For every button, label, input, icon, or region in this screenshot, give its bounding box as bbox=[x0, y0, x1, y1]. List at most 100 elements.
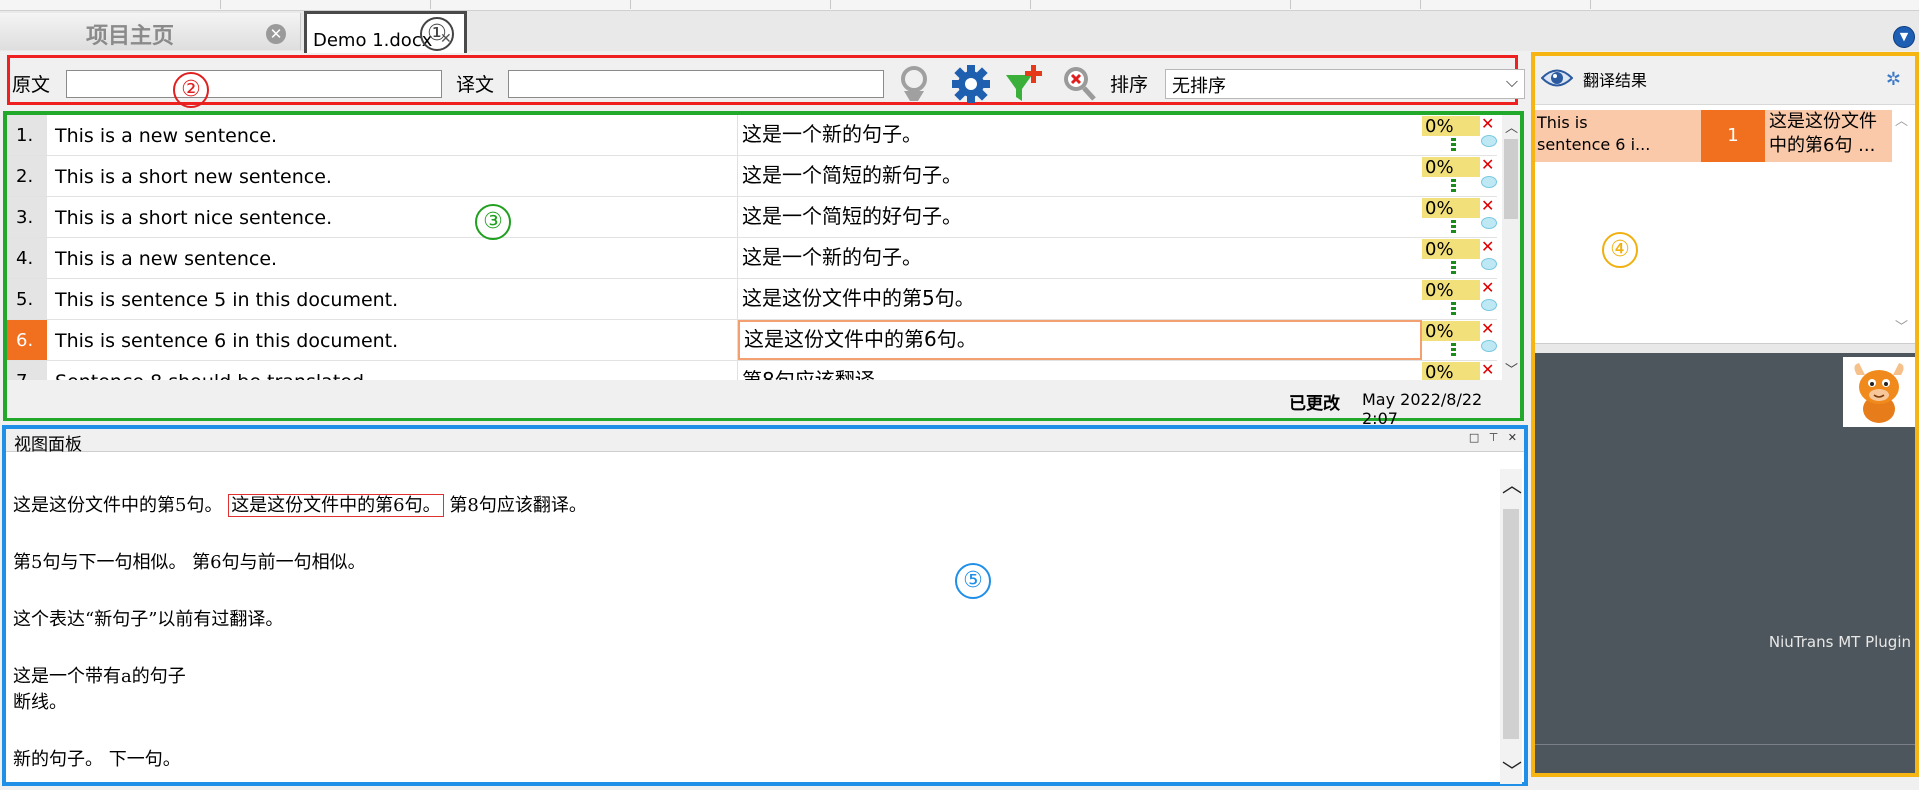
segment-status-bar bbox=[1451, 343, 1456, 358]
eye-icon[interactable] bbox=[1541, 67, 1573, 89]
preview-text: 这是这份文件中的第5句。 bbox=[13, 495, 223, 516]
menu-separator bbox=[630, 0, 631, 9]
comment-icon[interactable] bbox=[1481, 258, 1497, 270]
panel-splitter[interactable] bbox=[1535, 343, 1915, 353]
comment-icon[interactable] bbox=[1481, 299, 1497, 311]
comment-icon[interactable] bbox=[1481, 135, 1497, 147]
tab-project-home[interactable]: 项目主页 ✕ bbox=[0, 13, 301, 50]
scroll-down-icon[interactable]: ﹀ bbox=[1502, 755, 1522, 784]
segment-source[interactable]: This is a new sentence. bbox=[51, 115, 738, 155]
segment-number: 3. bbox=[7, 197, 47, 237]
segment-status-bar bbox=[1451, 138, 1456, 153]
view-panel-header: 视图面板 □ ⊤ ✕ bbox=[6, 429, 1524, 455]
match-percentage: 0% bbox=[1422, 116, 1480, 137]
preview-line: 这个表达“新句子”以前有过翻译。 bbox=[13, 609, 284, 630]
delete-icon[interactable]: ✕ bbox=[1481, 237, 1494, 256]
status-changed-label: 已更改 bbox=[1289, 394, 1340, 414]
gear-icon[interactable]: ✲ bbox=[1886, 69, 1901, 90]
grid-scrollbar[interactable]: ︿ ﹀ bbox=[1502, 115, 1520, 380]
grid-status-bar: 已更改 May 2022/8/22 2:07 bbox=[7, 380, 1520, 428]
panel-window-buttons[interactable]: □ ⊤ ✕ bbox=[1469, 431, 1520, 444]
clear-filter-icon[interactable] bbox=[1058, 63, 1100, 105]
comment-icon[interactable] bbox=[1481, 340, 1497, 352]
segment-target[interactable]: 这是一个简短的好句子。 bbox=[738, 197, 1422, 237]
tab-document-label: Demo 1.docx bbox=[313, 30, 433, 51]
match-percentage: 0% bbox=[1422, 362, 1480, 383]
preview-line: 断线。 bbox=[13, 692, 67, 713]
scroll-up-icon[interactable]: ︿ bbox=[1502, 469, 1522, 498]
tab-project-home-label: 项目主页 bbox=[86, 24, 175, 49]
segment-row[interactable]: 4. This is a new sentence. 这是一个新的句子。 0% … bbox=[7, 237, 1497, 279]
results-panel-header: 翻译结果 ✲ bbox=[1535, 56, 1915, 105]
annotation-marker-3: ③ bbox=[475, 204, 511, 240]
add-filter-icon[interactable] bbox=[1004, 63, 1046, 105]
view-panel-scrollbar[interactable]: ︿ ﹀ bbox=[1500, 469, 1522, 784]
segment-row-active[interactable]: 6. This is sentence 6 in this document. … bbox=[7, 319, 1497, 361]
scrollbar-thumb[interactable] bbox=[1503, 509, 1519, 739]
sort-select-value: 无排序 bbox=[1172, 76, 1226, 97]
close-icon[interactable]: ✕ bbox=[266, 24, 286, 44]
scroll-down-icon[interactable]: ﹀ bbox=[1895, 316, 1908, 335]
segment-target[interactable]: 这是一个新的句子。 bbox=[738, 115, 1422, 155]
segment-source[interactable]: This is sentence 6 in this document. bbox=[51, 320, 738, 360]
annotation-marker-1: ① bbox=[420, 17, 454, 51]
chevron-down-icon: ⌵ bbox=[1505, 72, 1518, 91]
segment-row[interactable]: 2. This is a short new sentence. 这是一个简短的… bbox=[7, 155, 1497, 197]
preview-current-segment[interactable]: 这是这份文件中的第6句。 bbox=[228, 494, 444, 517]
comment-icon[interactable] bbox=[1481, 217, 1497, 229]
preview-line: 这是一个带有a的句子 bbox=[13, 666, 186, 687]
segment-number: 1. bbox=[7, 115, 47, 155]
segment-row[interactable]: 5. This is sentence 5 in this document. … bbox=[7, 278, 1497, 320]
segment-source[interactable]: This is a short nice sentence. bbox=[51, 197, 738, 237]
delete-icon[interactable]: ✕ bbox=[1481, 278, 1494, 297]
segment-target[interactable]: 这是这份文件中的第5句。 bbox=[738, 279, 1422, 319]
segment-status-bar bbox=[1451, 261, 1456, 276]
source-filter-input[interactable] bbox=[66, 70, 442, 98]
result-source: This is sentence 6 i... bbox=[1537, 113, 1651, 154]
segment-row[interactable]: 1. This is a new sentence. 这是一个新的句子。 0% … bbox=[7, 115, 1497, 156]
view-panel-title: 视图面板 bbox=[14, 435, 82, 455]
annotation-marker-2: ② bbox=[173, 72, 209, 108]
menu-separator bbox=[220, 0, 221, 9]
delete-icon[interactable]: ✕ bbox=[1481, 319, 1494, 338]
filter-search-icon[interactable] bbox=[896, 63, 938, 105]
match-percentage: 0% bbox=[1422, 157, 1480, 178]
target-filter-label: 译文 bbox=[456, 74, 495, 96]
comment-icon[interactable] bbox=[1481, 176, 1497, 188]
preview-line: 第5句与下一句相似。 第6句与前一句相似。 bbox=[13, 552, 366, 573]
segment-source[interactable]: This is a new sentence. bbox=[51, 238, 738, 278]
segment-source[interactable]: This is sentence 5 in this document. bbox=[51, 279, 738, 319]
delete-icon[interactable]: ✕ bbox=[1481, 115, 1494, 133]
menu-separator bbox=[830, 0, 831, 9]
menu-strip bbox=[0, 0, 1919, 11]
delete-icon[interactable]: ✕ bbox=[1481, 360, 1494, 379]
segment-grid: 1. This is a new sentence. 这是一个新的句子。 0% … bbox=[3, 111, 1524, 421]
segment-target[interactable]: 这是一个简短的新句子。 bbox=[738, 156, 1422, 196]
menu-separator bbox=[1290, 0, 1291, 9]
results-scrollbar[interactable]: ︿ ﹀ bbox=[1893, 110, 1911, 335]
scroll-up-icon[interactable]: ︿ bbox=[1895, 110, 1908, 129]
annotation-marker-5: ⑤ bbox=[955, 563, 991, 599]
filter-bar: 原文 译文 排序 无排序 ⌵ bbox=[7, 55, 1525, 105]
scroll-down-icon[interactable]: ﹀ bbox=[1505, 359, 1518, 378]
menu-separator bbox=[1590, 0, 1591, 9]
target-filter-input[interactable] bbox=[508, 70, 884, 98]
delete-icon[interactable]: ✕ bbox=[1481, 196, 1494, 215]
segment-number: 4. bbox=[7, 238, 47, 278]
scrollbar-thumb[interactable] bbox=[1504, 139, 1518, 219]
segment-target[interactable]: 这是一个新的句子。 bbox=[738, 238, 1422, 278]
scroll-up-icon[interactable]: ︿ bbox=[1505, 117, 1518, 136]
source-filter-label: 原文 bbox=[12, 74, 51, 96]
delete-icon[interactable]: ✕ bbox=[1481, 155, 1494, 174]
segment-row[interactable]: 3. This is a short nice sentence. 这是一个简短… bbox=[7, 196, 1497, 238]
chevron-down-icon[interactable]: ▼ bbox=[1893, 26, 1915, 48]
segment-target-editor[interactable]: 这是这份文件中的第6句。 bbox=[738, 320, 1422, 360]
segment-status-bar bbox=[1451, 302, 1456, 317]
settings-gear-icon[interactable] bbox=[950, 63, 992, 105]
sort-select[interactable]: 无排序 ⌵ bbox=[1165, 69, 1525, 99]
match-percentage: 0% bbox=[1422, 198, 1480, 219]
segment-source[interactable]: This is a short new sentence. bbox=[51, 156, 738, 196]
translation-result-row[interactable]: This is sentence 6 i... 1 这是这份文件中的第6句 ..… bbox=[1535, 110, 1892, 162]
preview-line: 新的句子。 下一句。 bbox=[13, 749, 181, 770]
plugin-label: NiuTrans MT Plugin bbox=[1768, 633, 1911, 651]
